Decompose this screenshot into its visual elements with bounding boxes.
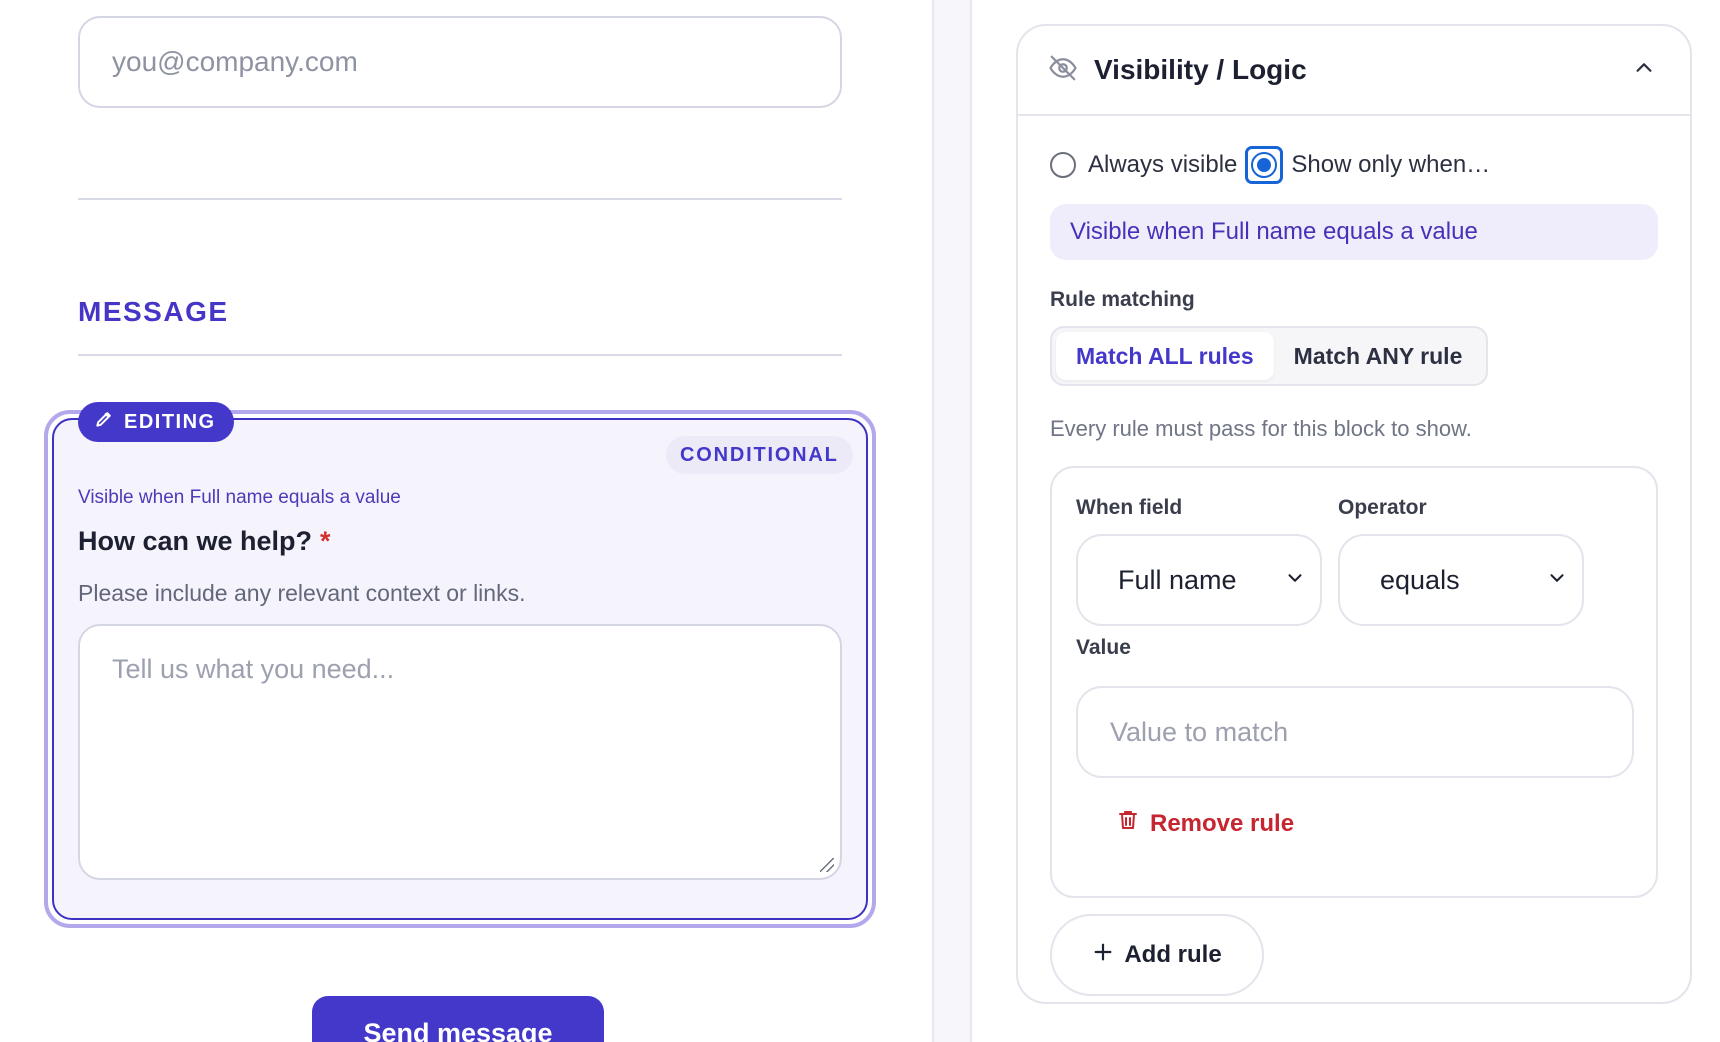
chevron-down-icon	[1284, 565, 1306, 596]
when-field-label: When field	[1076, 496, 1183, 519]
editing-label: EDITING	[124, 410, 216, 433]
textarea-placeholder: Tell us what you need...	[112, 654, 395, 684]
plus-icon	[1092, 941, 1114, 970]
operator-select[interactable]: equals	[1338, 534, 1584, 626]
visibility-summary: Visible when Full name equals a value	[1050, 204, 1658, 260]
radio-show-only-when[interactable]	[1245, 146, 1284, 184]
visibility-mode: Always visible Show only when…	[1050, 146, 1490, 184]
operator-label: Operator	[1338, 496, 1427, 519]
card-header[interactable]: Visibility / Logic	[1018, 26, 1690, 116]
rule-matching-label: Rule matching	[1050, 288, 1195, 311]
send-message-button[interactable]: Send message	[312, 996, 604, 1042]
editing-badge: EDITING	[78, 402, 234, 442]
send-button-label: Send message	[363, 1018, 553, 1042]
email-field[interactable]: you@company.com	[78, 16, 842, 108]
eye-off-icon	[1048, 53, 1078, 88]
card-title: Visibility / Logic	[1094, 54, 1307, 85]
divider	[78, 198, 842, 200]
remove-rule-label: Remove rule	[1150, 809, 1295, 837]
match-any-option[interactable]: Match ANY rule	[1274, 332, 1483, 380]
match-all-option[interactable]: Match ALL rules	[1056, 332, 1274, 380]
visibility-logic-card: Visibility / Logic Always visible Show o…	[1016, 24, 1692, 1004]
resize-handle[interactable]	[820, 858, 834, 872]
radio-dot	[1251, 152, 1278, 178]
operator-select-value: equals	[1380, 564, 1460, 595]
collapse-button[interactable]	[1628, 54, 1660, 86]
section-title: MESSAGE	[78, 296, 229, 327]
rule-matching-toggle: Match ALL rules Match ANY rule	[1050, 326, 1489, 386]
pencil-icon	[94, 409, 114, 435]
radio-label-show-when: Show only when…	[1291, 151, 1491, 178]
field-help-text: Please include any relevant context or l…	[78, 580, 526, 606]
radio-label-always: Always visible	[1088, 151, 1238, 178]
email-placeholder: you@company.com	[112, 46, 358, 77]
value-label: Value	[1076, 636, 1131, 659]
conditional-tag: CONDITIONAL	[666, 436, 853, 474]
rule-matching-help: Every rule must pass for this block to s…	[1050, 416, 1472, 441]
field-select[interactable]: Full name	[1076, 534, 1322, 626]
remove-rule-button[interactable]: Remove rule	[1116, 808, 1294, 839]
add-rule-button[interactable]: Add rule	[1050, 914, 1264, 996]
value-input[interactable]: Value to match	[1076, 686, 1634, 778]
trash-icon	[1116, 808, 1140, 839]
field-select-value: Full name	[1118, 564, 1237, 595]
panel-gutter	[932, 0, 972, 1042]
required-marker: *	[320, 526, 331, 556]
field-label-text: How can we help?	[78, 526, 313, 556]
rule-card: When field Operator Full name equals Val…	[1050, 466, 1658, 898]
add-rule-label: Add rule	[1124, 941, 1222, 968]
radio-always-visible[interactable]	[1050, 152, 1076, 178]
value-placeholder: Value to match	[1110, 716, 1289, 747]
divider	[78, 354, 842, 356]
field-label: How can we help? *	[78, 526, 331, 557]
settings-panel: Visibility / Logic Always visible Show o…	[972, 0, 1720, 1042]
message-textarea[interactable]: Tell us what you need...	[78, 624, 842, 880]
visibility-note: Visible when Full name equals a value	[78, 487, 401, 508]
chevron-down-icon	[1546, 565, 1568, 596]
form-canvas: you@company.com MESSAGE EDITING CONDITIO…	[0, 0, 932, 1042]
chevron-up-icon	[1633, 57, 1655, 84]
